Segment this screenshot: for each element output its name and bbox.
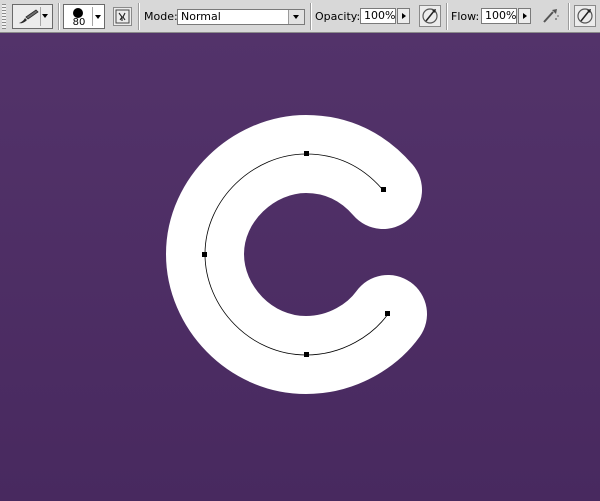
pressure-size-button[interactable] [574,5,596,27]
anchor-point[interactable] [385,311,390,316]
mode-label: Mode: [144,10,178,23]
toolbar-separator [310,3,312,30]
brush-palette-icon [115,9,130,24]
toolbar-separator [58,3,60,30]
opacity-value: 100% [364,9,396,22]
pen-pressure-icon [577,8,593,24]
chevron-down-icon[interactable] [42,14,48,18]
options-bar: 80 Mode: Normal Opacity: 100% Flow: 100% [0,0,600,33]
anchor-point[interactable] [202,252,207,257]
flow-input[interactable]: 100% [481,8,517,24]
document-canvas[interactable] [0,33,600,501]
airbrush-button[interactable] [540,5,562,27]
toolbar-separator [138,3,140,30]
opacity-slider-button[interactable] [397,8,410,24]
pen-pressure-icon [422,8,438,24]
brush-divider [92,7,93,26]
anchor-point[interactable] [304,151,309,156]
c-shape-stroke [166,115,427,394]
mode-value: Normal [181,10,221,23]
brush-preset-picker[interactable]: 80 [63,4,105,29]
opacity-input[interactable]: 100% [360,8,396,24]
flow-label: Flow: [451,10,480,23]
brush-size: 80 [72,17,86,28]
brush-palette-button[interactable] [113,7,132,26]
chevron-down-icon[interactable] [95,15,101,19]
preset-divider [40,7,41,26]
toolbar-separator [446,3,448,30]
chevron-down-icon[interactable] [288,10,304,24]
toolbar-grip[interactable] [2,4,6,29]
anchor-point[interactable] [381,187,386,192]
flow-slider-button[interactable] [518,8,531,24]
anchor-point[interactable] [304,352,309,357]
mode-select[interactable]: Normal [177,9,305,25]
airbrush-icon [543,9,559,23]
flow-value: 100% [485,9,517,22]
pressure-opacity-button[interactable] [419,5,441,27]
canvas-artwork [166,115,427,394]
photoshop-window: 80 Mode: Normal Opacity: 100% Flow: 100% [0,0,600,501]
tool-preset-picker[interactable] [12,4,53,29]
brush-icon [19,9,39,24]
opacity-label: Opacity: [315,10,361,23]
toolbar-separator [568,3,570,30]
